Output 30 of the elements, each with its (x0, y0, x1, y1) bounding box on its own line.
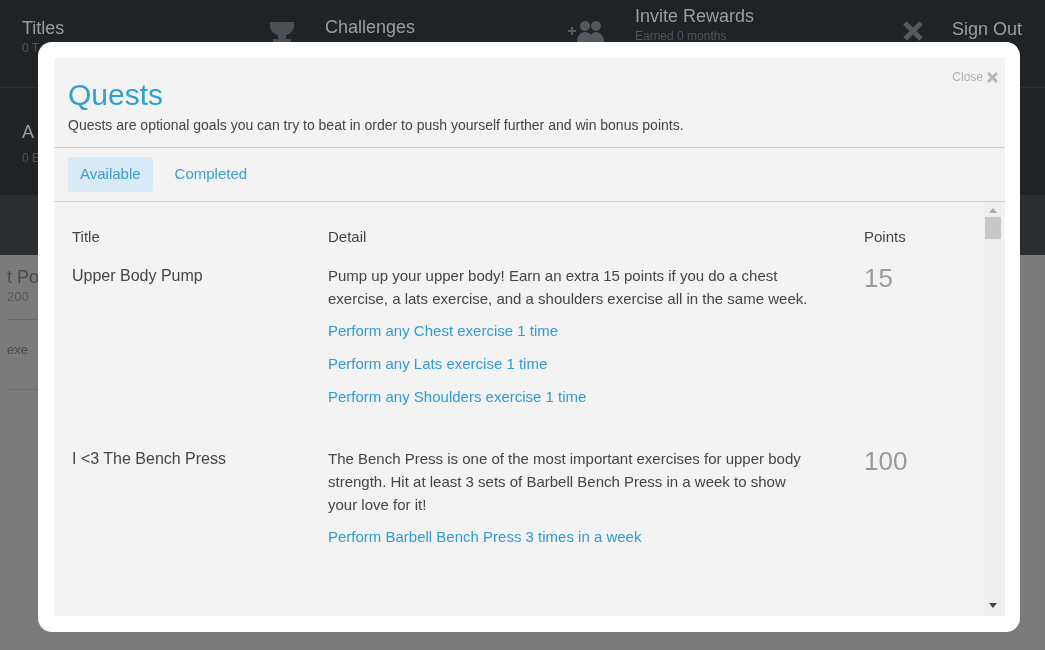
quest-points: 100 (864, 446, 908, 476)
tab[interactable]: Completed (162, 157, 260, 192)
column-header: Detail (328, 227, 367, 245)
quest-detail: Pump up your upper body! Earn an extra 15 points if you do a chest exercise, a lats exercise, and a shoulders exercise all in the same week. (328, 266, 809, 309)
nav-link[interactable]: Challenges (325, 17, 416, 37)
quest-title: I <3 The Bench Press (72, 450, 226, 467)
scroll-down-icon[interactable] (989, 603, 997, 608)
scrollbar[interactable] (984, 201, 1002, 616)
stat-title: A (22, 122, 34, 142)
close-icon (902, 20, 924, 42)
close-button[interactable]: Close (952, 68, 998, 86)
column-header: Title (72, 227, 100, 245)
task-link[interactable]: Perform any Chest exercise 1 time (328, 322, 559, 339)
add-people-icon (567, 20, 607, 42)
quest-detail: The Bench Press is one of the most important exercises for upper body strength. Hit at least 3 sets of Barbell Bench Press in a week to show your love for it! (328, 449, 802, 515)
task-link[interactable]: Perform any Lats exercise 1 time (328, 355, 548, 372)
scroll-up-icon[interactable] (989, 207, 997, 213)
modal-description: Quests are optional goals you can try to beat in order to push yourself further and win bonus points. (68, 116, 685, 135)
task-link[interactable]: Perform Barbell Bench Press 3 times in a week (328, 528, 642, 545)
scrollbar-thumb[interactable] (985, 216, 1001, 239)
nav-title[interactable]: Invite Rewards (635, 5, 755, 27)
quest-title: Upper Body Pump (72, 267, 203, 284)
task-link[interactable]: Perform any Shoulders exercise 1 time (328, 388, 587, 405)
tab[interactable]: Available (68, 157, 153, 192)
close-icon (987, 71, 998, 83)
nav-link[interactable]: Sign Out (952, 19, 1023, 39)
nav-title[interactable]: Titles (22, 17, 65, 39)
modal-title: Quests (68, 77, 165, 113)
column-header: Points (864, 227, 906, 245)
quest-points: 15 (864, 263, 893, 293)
